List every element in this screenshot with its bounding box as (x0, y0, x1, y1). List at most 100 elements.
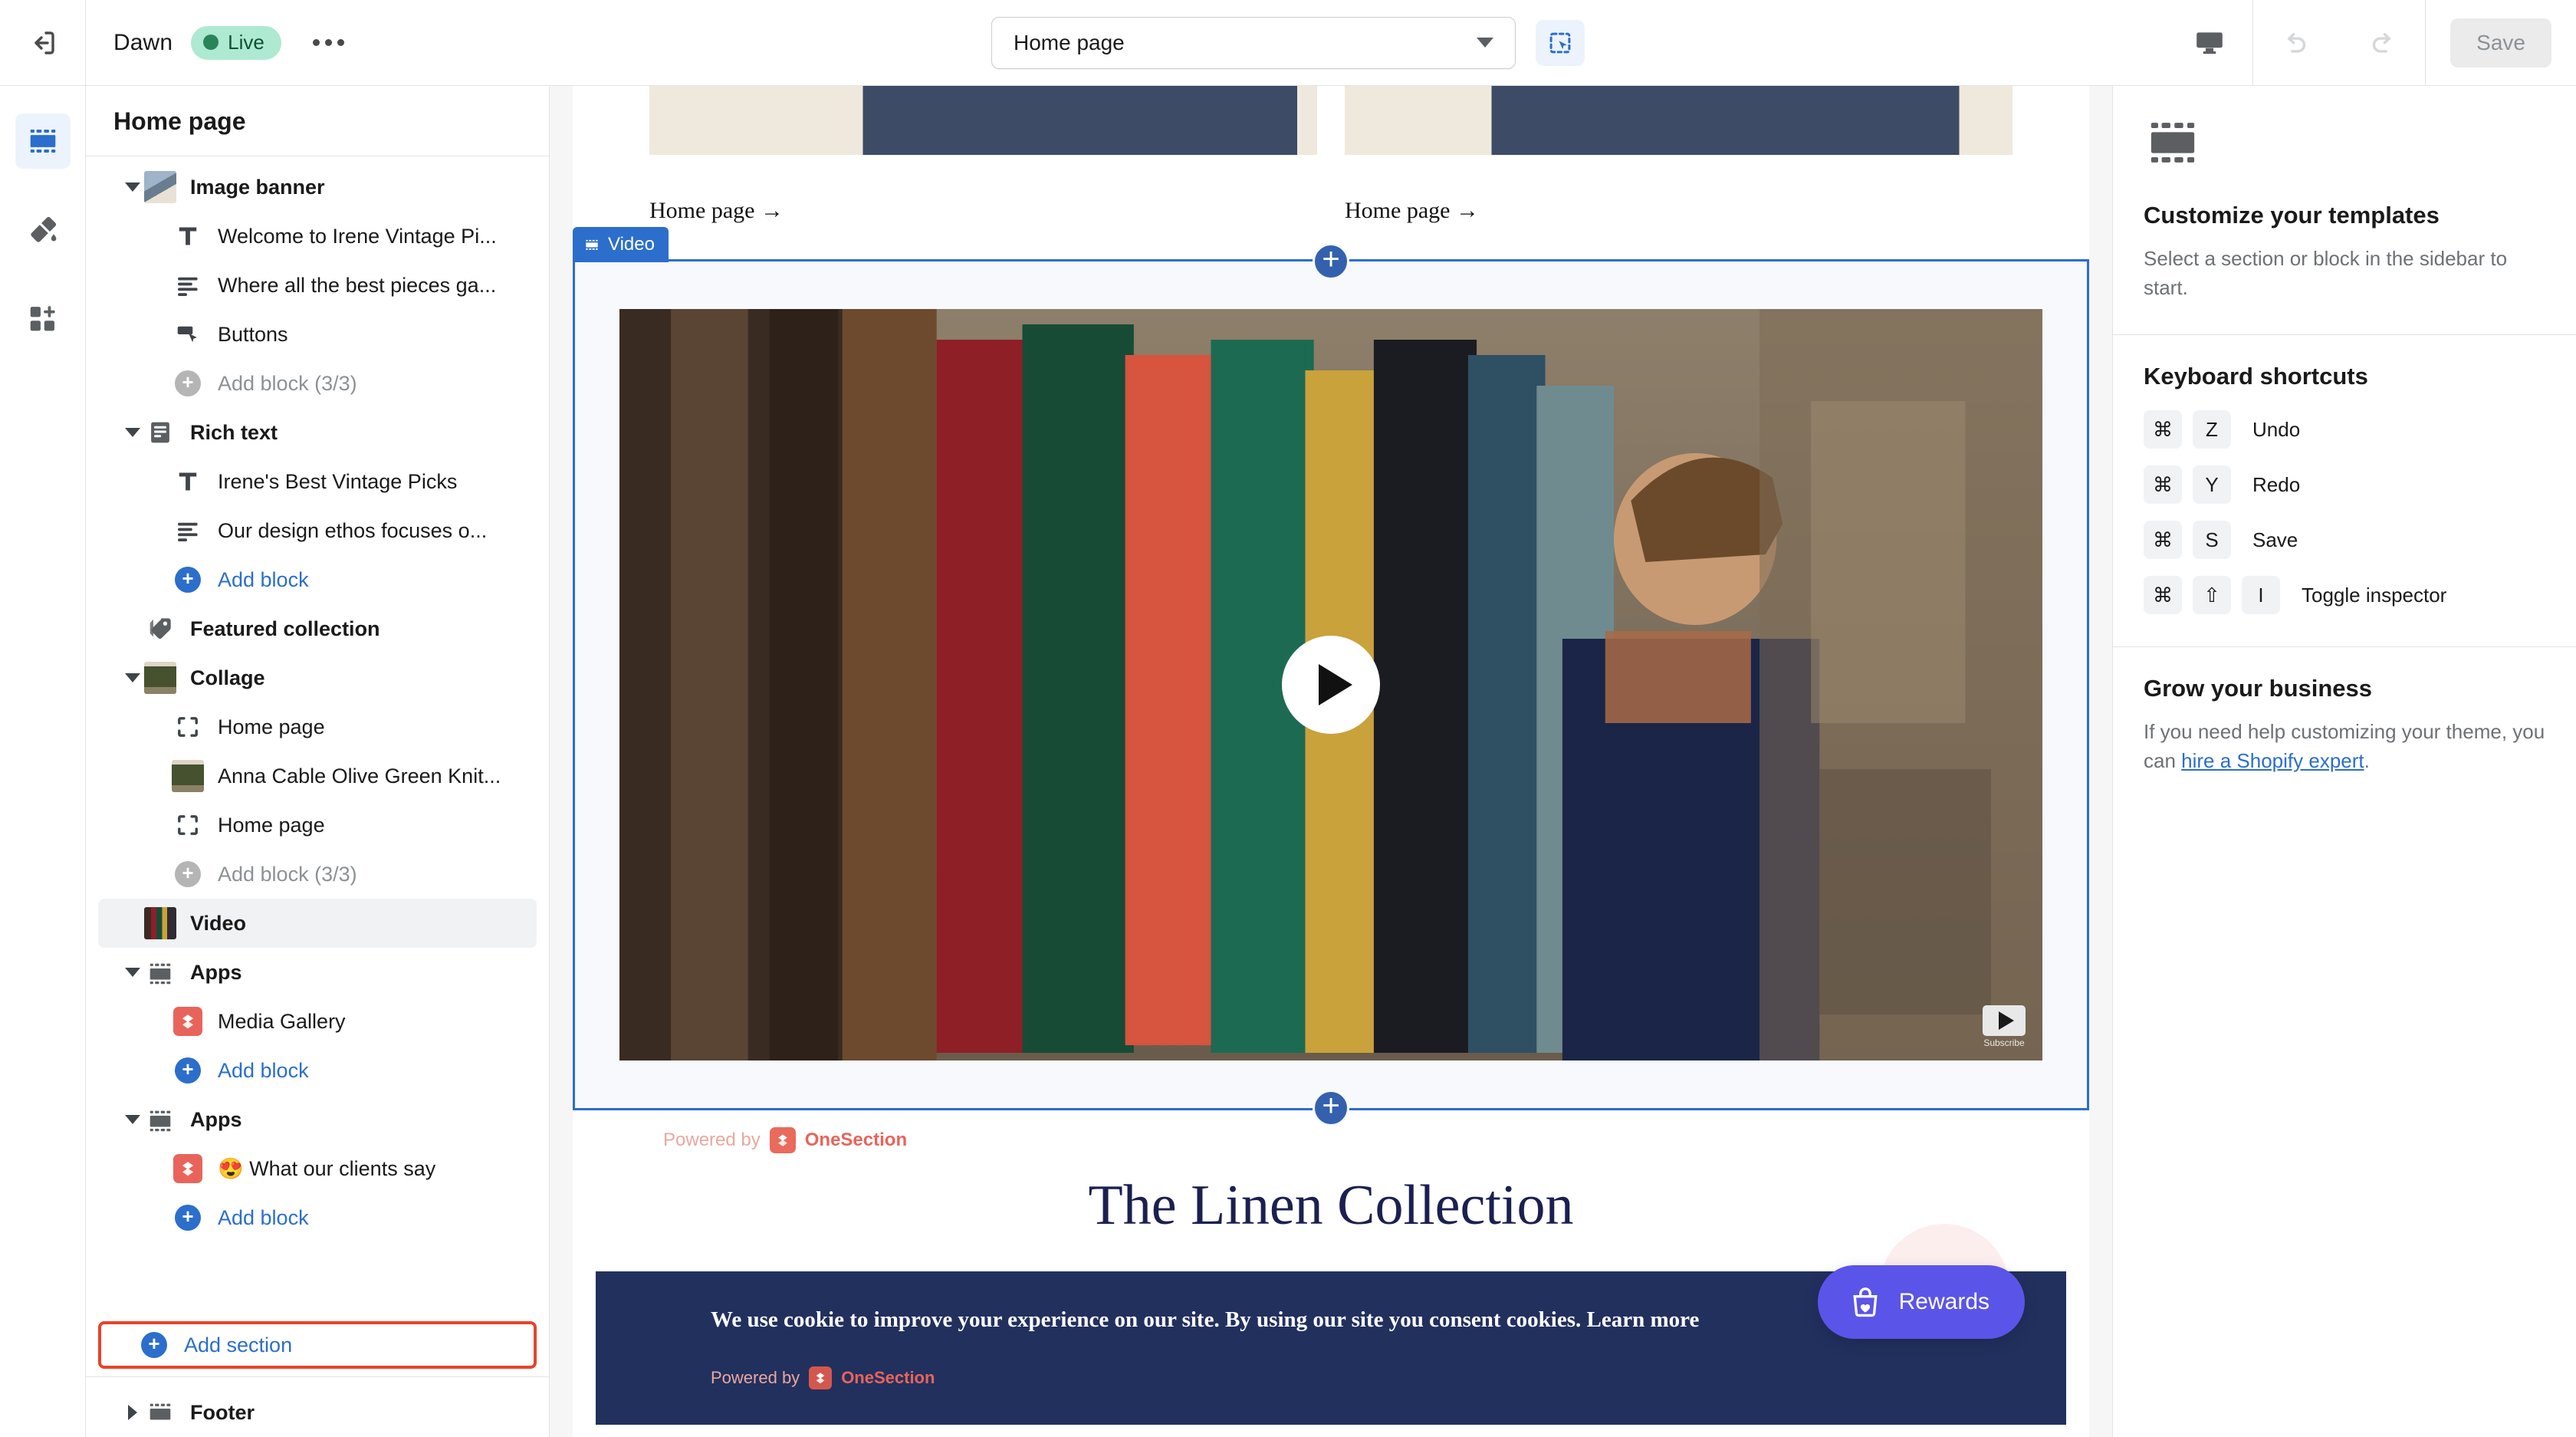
image-thumb-green (144, 662, 176, 694)
grow-business-text-after: . (2364, 749, 2370, 773)
collage-link-label[interactable]: Home page → (649, 155, 1317, 224)
sidebar-block-anna-cable-olive-green-knit[interactable]: Anna Cable Olive Green Knit... (98, 751, 537, 801)
theme-settings-brush-icon[interactable] (15, 202, 71, 258)
exit-icon[interactable] (0, 0, 86, 86)
chevron-down-icon[interactable] (121, 673, 144, 682)
sidebar-block-label: Where all the best pieces ga... (218, 273, 497, 297)
app-embeds-icon[interactable] (15, 291, 71, 347)
toolbar-left-group: Dawn Live (0, 0, 353, 86)
sidebar-block-welcome-to-irene-vintage-pi[interactable]: Welcome to Irene Vintage Pi... (98, 212, 537, 261)
more-menu-icon[interactable] (304, 21, 353, 64)
add-block-button[interactable]: + Add block (98, 555, 537, 604)
add-block-label: Add block (218, 1058, 309, 1082)
cookie-learn-more-link[interactable]: Learn more (1587, 1307, 1700, 1332)
page-selector[interactable]: Home page (991, 16, 1516, 69)
desktop-preview-icon[interactable] (2167, 0, 2252, 86)
rewards-button[interactable]: Rewards (1817, 1265, 2025, 1339)
add-block-label: Add block (3/3) (218, 371, 357, 395)
play-icon (1319, 664, 1352, 705)
add-section-below-button[interactable]: + (1313, 1090, 1349, 1126)
onesection-logo-icon (769, 1127, 796, 1153)
inspector-empty-subtitle: Select a section or block in the sidebar… (2144, 247, 2508, 299)
add-block-label: Add block (218, 1205, 309, 1229)
page-selector-value: Home page (1014, 30, 1125, 54)
image-thumb (144, 171, 176, 203)
sidebar-item-image-banner[interactable]: Image banner (98, 163, 537, 212)
apps-icon (144, 956, 176, 988)
add-block-button[interactable]: + Add block (98, 1046, 537, 1095)
sidebar-block-where-all-the-best-pieces-ga[interactable]: Where all the best pieces ga... (98, 261, 537, 310)
add-block-button[interactable]: + Add block (3/3) (98, 850, 537, 899)
chevron-down-icon[interactable] (121, 1115, 144, 1124)
shortcut-row: ⌘ Y Redo (2144, 465, 2545, 505)
sidebar-block-home-page[interactable]: Home page (98, 702, 537, 751)
collage-link-label[interactable]: Home page → (1345, 155, 2013, 224)
play-button[interactable] (1282, 636, 1380, 734)
keyboard-shortcuts-list: ⌘ Z Undo ⌘ Y Redo ⌘ S Save ⌘ ⇧ I Toggle inspector (2144, 410, 2545, 615)
shortcut-row: ⌘ ⇧ I Toggle inspector (2144, 576, 2545, 615)
rewards-label: Rewards (1898, 1289, 1990, 1314)
sidebar-block-irene-s-best-vintage-picks[interactable]: Irene's Best Vintage Picks (98, 457, 537, 506)
sidebar-block-media-gallery[interactable]: Media Gallery (98, 997, 537, 1046)
sidebar-item-rich-text[interactable]: Rich text (98, 408, 537, 457)
add-block-label: Add block (218, 567, 309, 591)
chevron-down-icon[interactable] (121, 968, 144, 977)
chevron-down-icon[interactable] (121, 183, 144, 192)
save-group: Save (2426, 18, 2576, 67)
hire-shopify-expert-link[interactable]: hire a Shopify expert (2181, 749, 2364, 772)
chevron-right-icon[interactable] (128, 1405, 137, 1420)
sidebar-block-label: Buttons (218, 322, 288, 346)
apps-icon (144, 1103, 176, 1136)
sidebar-item-video[interactable]: Video (98, 899, 537, 948)
youtube-play-icon (1983, 1005, 2026, 1036)
shortcut-key: Z (2193, 410, 2231, 449)
video-section[interactable]: Video + Subscribe + (573, 227, 2089, 1126)
sections-icon[interactable] (15, 113, 71, 169)
sidebar-block-home-page[interactable]: Home page (98, 801, 537, 850)
youtube-subscribe-button[interactable]: Subscribe (1983, 1005, 2026, 1048)
redo-icon[interactable] (2339, 0, 2425, 86)
keyboard-shortcuts-title: Keyboard shortcuts (2144, 363, 2368, 390)
sidebar-block-label: Irene's Best Vintage Picks (218, 469, 458, 493)
sidebar-block-our-design-ethos-focuses-o[interactable]: Our design ethos focuses o... (98, 506, 537, 555)
sidebar-block-label: Our design ethos focuses o... (218, 518, 488, 542)
add-block-button[interactable]: + Add block (98, 1193, 537, 1242)
collage-card[interactable]: Home page → (649, 86, 1317, 224)
shortcut-key: ⌘ (2144, 521, 2182, 560)
chevron-down-icon[interactable] (121, 428, 144, 437)
cookie-powered-prefix: Powered by (711, 1367, 800, 1387)
sections-sidebar: Home page Image banner Welcome to Irene V… (86, 86, 550, 1437)
theme-editor-app: Dawn Live Home page Save Home page Image… (0, 0, 2576, 1437)
sidebar-item-label: Apps (190, 1107, 242, 1131)
section-select-icon[interactable] (1536, 19, 1585, 66)
chevron-down-icon (1477, 38, 1493, 48)
shortcut-label: Toggle inspector (2302, 583, 2447, 607)
text-icon (172, 220, 204, 252)
inspector-panel: Customize your templates Select a sectio… (2112, 86, 2576, 1437)
sidebar-block-what-our-clients-say[interactable]: 😍 What our clients say (98, 1144, 537, 1193)
collage-section: Home page → Home page → (573, 86, 2089, 224)
sidebar-block-label: Home page (218, 715, 325, 738)
text-icon (172, 465, 204, 498)
section-tag-badge: Video (573, 227, 669, 262)
sidebar-item-apps[interactable]: Apps (98, 1095, 537, 1144)
sidebar-block-label: Media Gallery (218, 1009, 346, 1033)
top-toolbar: Dawn Live Home page Save (0, 0, 2576, 86)
video-player[interactable]: Subscribe (619, 309, 2042, 1060)
powered-by-prefix: Powered by (663, 1130, 761, 1150)
sidebar-item-footer[interactable]: Footer (98, 1388, 537, 1437)
save-button[interactable]: Save (2450, 18, 2551, 67)
add-section-above-button[interactable]: + (1313, 243, 1349, 280)
undo-icon[interactable] (2253, 0, 2339, 86)
add-block-button[interactable]: + Add block (3/3) (98, 359, 537, 408)
sidebar-block-buttons[interactable]: Buttons (98, 310, 537, 359)
inspector-empty-title: Customize your templates (2144, 202, 2440, 229)
onesection-app-icon (172, 1153, 204, 1185)
add-section-button[interactable]: + Add section (98, 1321, 537, 1369)
shortcut-key: S (2193, 521, 2231, 560)
collage-card[interactable]: Home page → (1345, 86, 2013, 224)
sidebar-item-collage[interactable]: Collage (98, 653, 537, 702)
sidebar-item-apps[interactable]: Apps (98, 948, 537, 997)
shortcut-row: ⌘ S Save (2144, 521, 2545, 560)
sidebar-item-featured-collection[interactable]: Featured collection (98, 604, 537, 653)
